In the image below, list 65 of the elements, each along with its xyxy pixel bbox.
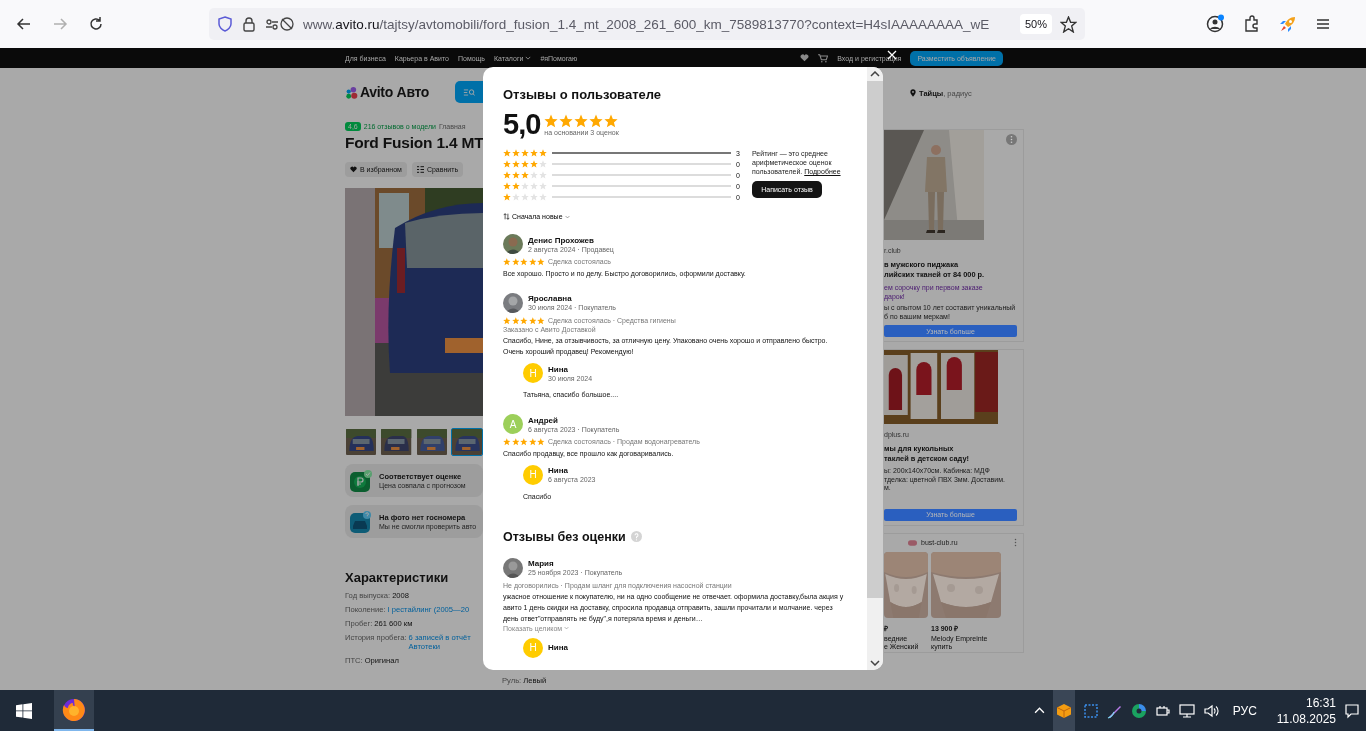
section-heading: Характеристики bbox=[345, 570, 450, 585]
logo-dots-icon bbox=[345, 85, 358, 99]
language-indicator[interactable]: РУС bbox=[1232, 703, 1257, 718]
notifications-icon[interactable] bbox=[1344, 702, 1360, 719]
location-pin-icon bbox=[910, 89, 916, 97]
sort-icon[interactable] bbox=[503, 213, 510, 220]
extensions-icon[interactable] bbox=[1243, 15, 1261, 33]
cart-icon[interactable] bbox=[818, 53, 829, 63]
avatar: Н bbox=[523, 637, 543, 658]
reviewer-name[interactable]: Денис Прохожев bbox=[528, 235, 614, 245]
package-icon[interactable] bbox=[1055, 702, 1072, 719]
screenshot-icon[interactable] bbox=[1082, 702, 1099, 719]
clock-time: 16:31 bbox=[1305, 695, 1336, 710]
heart-icon[interactable] bbox=[350, 166, 357, 173]
speaker-icon[interactable] bbox=[1202, 702, 1219, 719]
clock[interactable]: 16:31 11.08.2025 bbox=[1276, 695, 1336, 726]
bookmark-star-icon[interactable] bbox=[1060, 15, 1077, 33]
dialog-title: Отзывы о пользователе bbox=[503, 87, 663, 102]
reviewer-name[interactable]: Андрей bbox=[528, 415, 620, 425]
star-icon bbox=[511, 316, 520, 325]
zoom-badge[interactable]: 50% bbox=[1019, 14, 1052, 34]
avatar: Н bbox=[523, 363, 543, 384]
thumbnail[interactable] bbox=[345, 428, 378, 456]
ruble-check-icon bbox=[349, 468, 373, 493]
star-icon bbox=[528, 316, 537, 325]
thumbnail[interactable] bbox=[415, 428, 448, 456]
scroll-up-icon[interactable] bbox=[870, 71, 880, 77]
star-icon bbox=[559, 113, 574, 128]
windows-start-icon[interactable] bbox=[16, 702, 32, 719]
url-field[interactable]: www.avito.ru/tajtsy/avtomobili/ford_fusion_1.4_mt_2008_261_600_km_7589813770?context=H4sIAAAAAAAA_wE 50% bbox=[209, 8, 1085, 40]
app-tray-icon[interactable] bbox=[1130, 702, 1147, 719]
thumbnail[interactable] bbox=[450, 428, 483, 456]
scroll-down-icon[interactable] bbox=[870, 660, 880, 666]
star-icon bbox=[604, 113, 619, 128]
clock-date: 11.08.2025 bbox=[1276, 711, 1336, 726]
car-question-icon bbox=[349, 509, 373, 534]
avatar: А bbox=[503, 414, 523, 435]
section-heading: Отзывы без оценки bbox=[503, 529, 626, 544]
star-icon bbox=[574, 113, 589, 128]
rocket-icon[interactable] bbox=[1279, 15, 1297, 33]
browser-app-icon[interactable] bbox=[62, 697, 86, 722]
caret-icon[interactable] bbox=[525, 56, 532, 60]
permissions-icon[interactable] bbox=[265, 16, 295, 32]
taskbar-app[interactable] bbox=[54, 690, 94, 731]
url-text[interactable]: www.avito.ru/tajtsy/avtomobili/ford_fusion_1.4_mt_2008_261_600_km_7589813770?context=H4sIAAAAAAAA_wE bbox=[303, 16, 1012, 32]
menu-icon[interactable] bbox=[1315, 16, 1331, 32]
reviewer-name[interactable]: Мария bbox=[528, 559, 623, 569]
reviewer-name[interactable]: Нина bbox=[548, 643, 568, 653]
brand-icon bbox=[908, 539, 917, 546]
star-icon bbox=[589, 113, 604, 128]
reviewer-name[interactable]: Нина bbox=[548, 466, 596, 476]
chevron-up-icon[interactable] bbox=[1033, 707, 1045, 714]
list-icon[interactable] bbox=[416, 166, 424, 173]
reviewer-name[interactable]: Ярославна bbox=[528, 294, 616, 304]
heart-icon[interactable] bbox=[800, 54, 810, 62]
thumbnail[interactable] bbox=[380, 428, 413, 456]
account-icon[interactable] bbox=[1205, 14, 1225, 34]
reviewer-name[interactable]: Нина bbox=[548, 364, 593, 374]
rating-score: 5,0 bbox=[503, 108, 541, 141]
lock-icon[interactable] bbox=[241, 16, 257, 32]
logo-text[interactable]: Avito Авто bbox=[360, 84, 430, 100]
avatar: Н bbox=[523, 464, 543, 485]
listing-title: Ford Fusion 1.4 MT bbox=[345, 134, 483, 152]
star-icon bbox=[544, 113, 559, 128]
shield-icon[interactable] bbox=[217, 16, 233, 32]
